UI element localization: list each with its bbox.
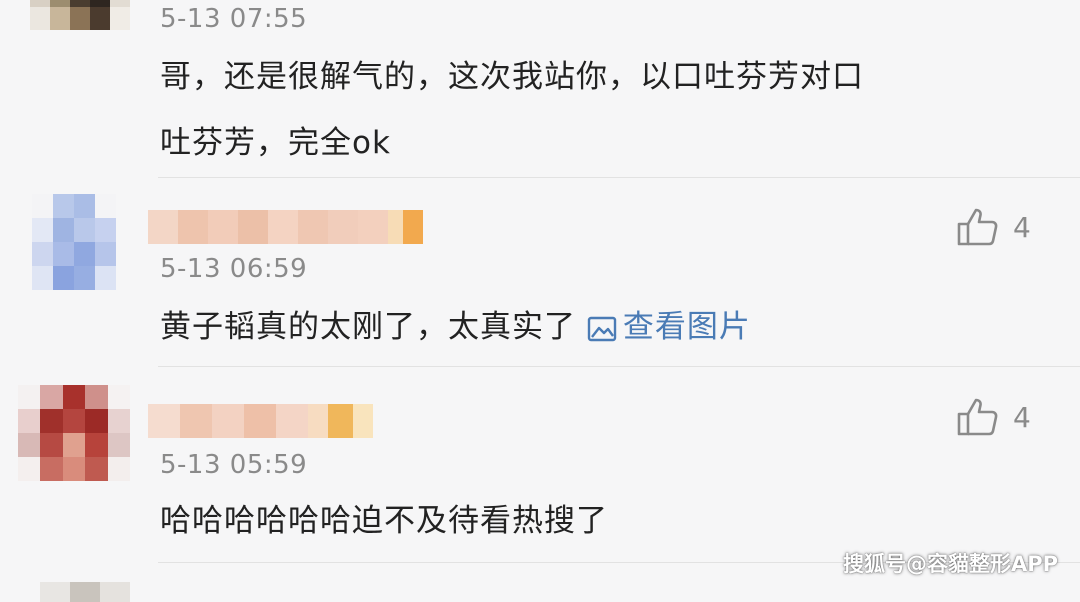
thumbs-up-icon	[955, 396, 999, 438]
username[interactable]	[148, 210, 423, 244]
comment-timestamp: 5-13 05:59	[160, 450, 308, 480]
image-icon	[587, 294, 617, 360]
avatar[interactable]	[18, 385, 130, 481]
username[interactable]	[148, 404, 373, 438]
like-count: 4	[1013, 210, 1031, 244]
avatar[interactable]	[32, 194, 116, 290]
comment-text[interactable]: 黄子韬真的太刚了，太真实了 查看图片	[160, 294, 1020, 360]
comment-text-line: 哥，还是很解气的，这次我站你，以口吐芬芳对口	[160, 59, 864, 95]
like-button[interactable]: 4	[955, 206, 1031, 248]
thumbs-up-icon	[955, 206, 999, 248]
like-button[interactable]: 4	[955, 396, 1031, 438]
like-count: 4	[1013, 400, 1031, 434]
view-image-link[interactable]: 查看图片	[587, 294, 751, 360]
view-image-label: 查看图片	[622, 309, 751, 345]
comment-text[interactable]: 哈哈哈哈哈哈迫不及待看热搜了	[160, 488, 1020, 554]
watermark: 搜狐号@容貓整形APP	[842, 552, 1058, 576]
comment-text[interactable]: 哥，还是很解气的，这次我站你，以口吐芬芳对口 吐芬芳，完全ok	[160, 44, 1020, 176]
avatar[interactable]	[30, 0, 130, 30]
comment-timestamp: 5-13 06:59	[160, 254, 308, 284]
divider	[158, 177, 1080, 178]
comment-timestamp: 5-13 07:55	[160, 4, 308, 34]
avatar[interactable]	[40, 582, 130, 602]
comment-text-body: 黄子韬真的太刚了，太真实了	[160, 309, 576, 345]
comment-text-line: 吐芬芳，完全ok	[160, 125, 391, 161]
divider	[158, 366, 1080, 367]
